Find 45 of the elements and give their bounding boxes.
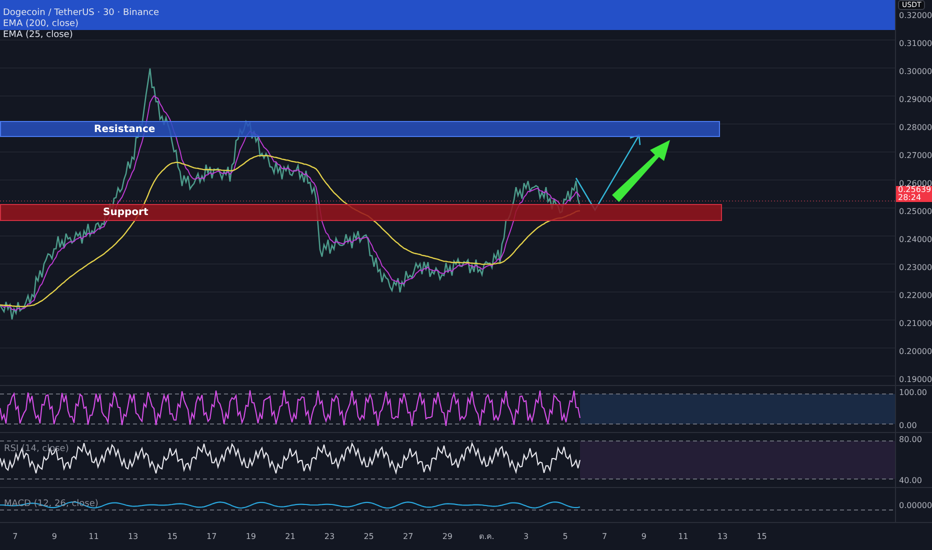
price-tick: 0.31000 <box>898 39 932 49</box>
price-tick: 0.28000 <box>898 123 932 133</box>
date-tick: 5 <box>562 532 569 541</box>
date-tick: 13 <box>716 532 729 541</box>
price-tick: 0.32000 <box>898 11 932 21</box>
price-tick: 0.25000 <box>898 207 932 217</box>
zone-label: Support <box>103 207 148 218</box>
date-tick: 27 <box>402 532 414 541</box>
price-tick: 0.24000 <box>898 235 932 245</box>
date-tick: 9 <box>640 532 648 541</box>
price-tick: 0.22000 <box>898 291 932 301</box>
price-tick: 0.20000 <box>898 347 932 357</box>
date-tick: 29 <box>441 532 454 541</box>
price-tick: 0.27000 <box>898 151 932 161</box>
date-tick: 11 <box>677 532 690 541</box>
zone-label: Resistance <box>94 124 156 134</box>
price-tick: 0.29000 <box>898 95 932 105</box>
value-tick: 80.00 <box>899 435 923 444</box>
date-tick: 15 <box>166 532 178 541</box>
price-tick: 0.30000 <box>898 67 932 77</box>
date-tick: 19 <box>244 532 258 541</box>
value-tick: 40.00 <box>899 476 923 485</box>
value-tick: 0.00000 <box>899 500 932 510</box>
last-price-tag: 0.25639 28:24 <box>896 186 932 202</box>
date-tick: 7 <box>601 532 608 541</box>
date-tick: 15 <box>756 532 768 541</box>
price-tick: 0.21000 <box>898 319 932 329</box>
date-tick: 13 <box>126 532 140 541</box>
price-tick: 0.19000 <box>898 375 932 385</box>
date-tick: 7 <box>12 532 19 541</box>
date-tick: 9 <box>50 532 58 541</box>
date-tick: 3 <box>522 532 530 541</box>
indicator-label: EMA (25, close) <box>3 30 74 41</box>
date-tick: ต.ค. <box>478 531 496 543</box>
date-tick: 11 <box>88 532 100 541</box>
date-tick: 17 <box>206 532 218 541</box>
value-tick: 0.00 <box>899 421 918 430</box>
date-tick: 23 <box>323 532 336 541</box>
up-arrow-icon <box>612 140 670 202</box>
indicator-label: EMA (200, close) <box>3 19 80 30</box>
date-tick: 21 <box>284 532 296 541</box>
value-tick: 100.00 <box>899 388 928 397</box>
date-tick: 25 <box>362 532 375 541</box>
symbol-title: Dogecoin / TetherUS · 30 · Binance <box>3 8 160 19</box>
price-tick: 0.23000 <box>898 263 932 273</box>
